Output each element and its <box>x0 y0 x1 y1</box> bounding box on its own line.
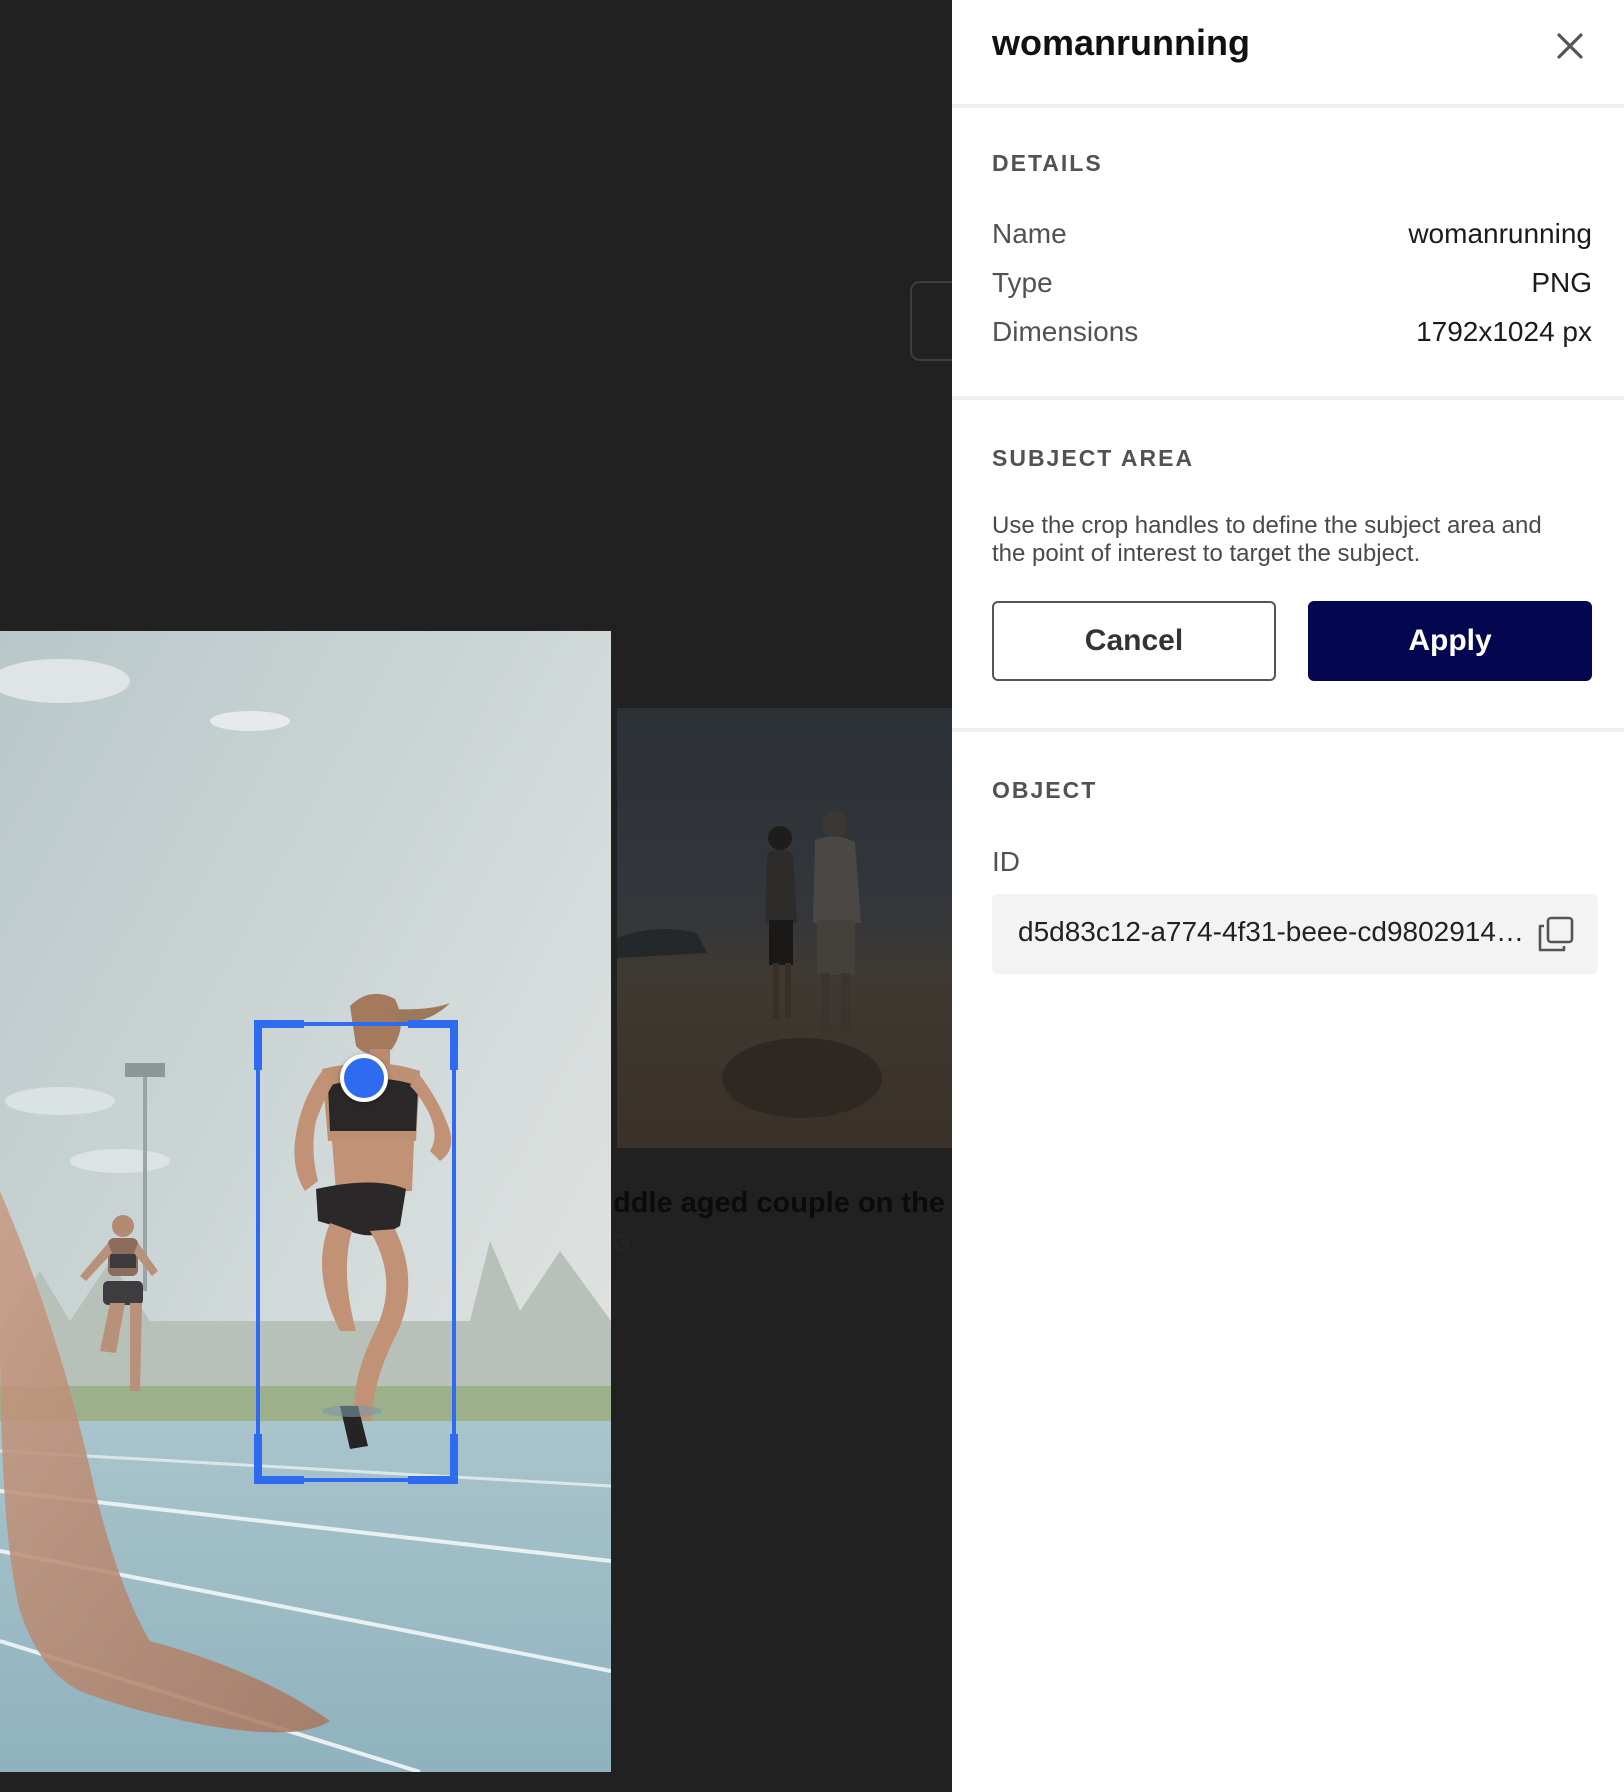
crop-handle-bottom-left-vertical[interactable] <box>254 1434 262 1484</box>
cancel-button[interactable]: Cancel <box>992 601 1276 681</box>
detail-dimensions-label: Dimensions <box>992 316 1139 347</box>
asset-details-panel: womanrunning DETAILS Name womanrunning T… <box>952 0 1624 1792</box>
detail-name-value: womanrunning <box>1408 218 1592 249</box>
detail-type-value: PNG <box>1531 267 1592 298</box>
background-asset-thumbnail <box>617 708 952 1148</box>
close-icon[interactable] <box>1552 28 1588 64</box>
copy-icon[interactable] <box>1536 914 1576 954</box>
background-control-edge <box>910 281 952 361</box>
object-id-value: d5d83c12-a774-4f31-beee-cd9802914… <box>1018 916 1524 947</box>
apply-button[interactable]: Apply <box>1308 601 1592 681</box>
panel-header: womanrunning <box>952 0 1624 108</box>
object-id-field: d5d83c12-a774-4f31-beee-cd9802914… <box>992 894 1598 974</box>
section-divider <box>952 396 1624 400</box>
detail-name-label: Name <box>992 218 1067 249</box>
detail-type-label: Type <box>992 267 1053 298</box>
background-asset-title: ddle aged couple on the be <box>613 1187 952 1219</box>
details-heading: DETAILS <box>992 150 1103 176</box>
object-id-label: ID <box>992 846 1020 877</box>
crop-handle-bottom-right-vertical[interactable] <box>450 1434 458 1484</box>
section-divider <box>952 728 1624 732</box>
object-heading: OBJECT <box>992 777 1098 803</box>
subject-area-heading: SUBJECT AREA <box>992 445 1195 471</box>
editor-canvas: ddle aged couple on the be G <box>0 0 952 1792</box>
point-of-interest-handle[interactable] <box>340 1054 388 1102</box>
crop-handle-top-left-vertical[interactable] <box>254 1020 262 1070</box>
subject-area-help-text: Use the crop handles to define the subje… <box>992 512 1542 567</box>
crop-handle-top-right-vertical[interactable] <box>450 1020 458 1070</box>
background-asset-type: G <box>613 1230 631 1255</box>
panel-title: womanrunning <box>992 22 1250 63</box>
detail-dimensions-value: 1792x1024 px <box>1416 316 1592 347</box>
